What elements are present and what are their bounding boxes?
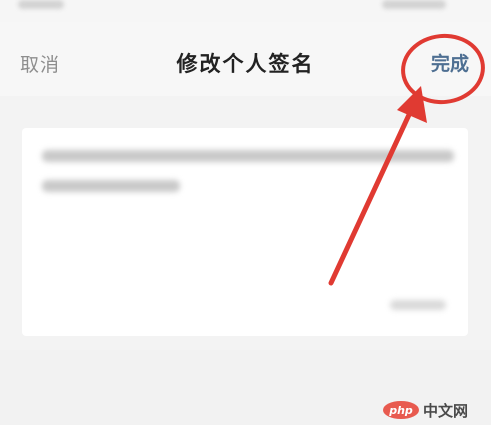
signature-text-line-blurred — [42, 150, 454, 162]
php-logo: php — [383, 401, 419, 419]
char-counter-blurred — [390, 300, 446, 310]
status-bar-time-blurred — [18, 0, 64, 9]
done-button[interactable]: 完成 — [431, 49, 469, 76]
watermark: php 中文网 — [383, 400, 468, 420]
signature-text-line-blurred — [42, 180, 180, 192]
status-bar-icons-blurred — [382, 0, 446, 9]
signature-textarea[interactable] — [22, 128, 468, 336]
nav-header: 取消 修改个人签名 完成 — [0, 22, 491, 109]
status-bar — [0, 0, 491, 22]
watermark-text: 中文网 — [423, 401, 469, 420]
